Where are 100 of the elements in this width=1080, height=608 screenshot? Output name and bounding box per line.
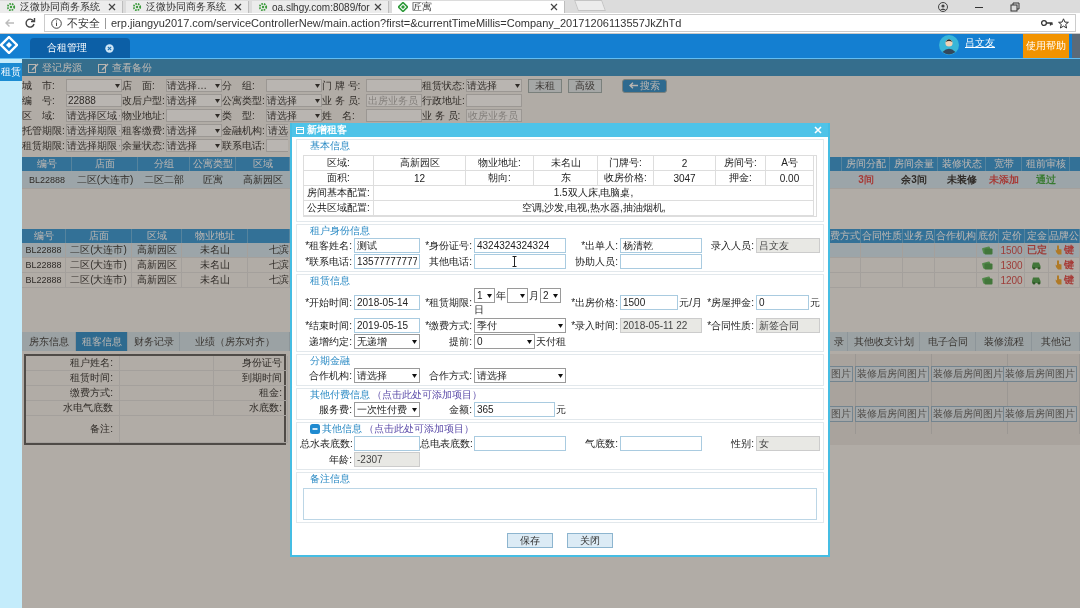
field-label: 押金: [716,171,766,186]
field-value: 未名山 [534,156,598,171]
field-label: *开始时间: [304,295,353,310]
field-label: 缴费方式: [26,386,120,401]
section-title: 其他信息 [322,422,362,436]
table-cell-text: 未添加 [988,172,1020,187]
field-label: 其他电话: [428,254,473,269]
url-text: erp.jiangyu2017.com/serviceControllerNew/main.action?first=&currentTimeMillis=Company_20171206113557JkZhTd [111,17,682,29]
field-label: 气底数: [584,436,619,451]
table-cell-text: 余3间 [900,172,928,187]
field-label: 合作方式: [428,368,473,383]
table-cell: 未名山 [182,243,248,257]
unit-label: 元 [810,295,820,310]
field-label: 物业地址: [122,108,166,123]
field-label: 总水表底数: [300,436,354,451]
field-label: 类 型: [222,108,256,123]
table-cell-text: 二区(大连市) [75,172,135,187]
table-cell: 二区(大连市) [66,273,132,287]
section-title: 备注信息 [310,472,350,486]
table-cell: 未名山 [182,273,248,287]
field-label: 公共区域配置: [304,201,374,216]
field-value: 0.00 [766,171,814,186]
unit-label: 元/月 [679,295,702,310]
table-cell: 高新园区 [132,243,182,257]
field-label: 租赁期限: [22,138,66,153]
field-label: 编 号: [22,93,56,108]
field-value: 3047 [654,171,716,186]
table-cell-text: 高新园区 [242,172,284,187]
field-label: 物业地址: [466,156,534,171]
field-label: 城 市: [22,78,56,93]
field-label: *房屋押金: [706,295,755,310]
unit-label: 元 [556,402,566,417]
field-label: 水底数: [214,401,288,416]
table-cell: 高新园区 [132,258,182,272]
field-label: 金融机构: [222,123,266,138]
field-label: 租赁时间: [26,371,120,386]
field-label: *录入时间: [570,318,619,333]
field-label: 协助人员: [574,254,619,269]
table-cell-text: BL22888 [27,173,66,187]
table-cell: 未名山 [182,258,248,272]
field-label: 身份证号 [214,356,288,371]
field-label: 区域: [304,156,374,171]
table-cell-text: 未装修 [946,172,978,187]
table-cell: BL22888 [22,243,66,257]
field-label: 金额: [448,402,473,417]
field-label: 总电表底数: [420,436,474,451]
field-label: 门牌号: [598,156,654,171]
field-label: 递增约定: [308,334,353,349]
table-cell: 二区(大连市) [66,243,132,257]
section-title: 基本信息 [310,139,350,153]
field-label: *合同性质: [706,318,755,333]
section-title: 其他付费信息 [310,388,370,402]
field-label: 服务费: [318,402,353,417]
field-label: 区 域: [22,108,56,123]
field-label: 水电气底数 [26,401,120,416]
brand-mark: 键 [1063,258,1074,272]
field-value: A号 [766,156,814,171]
field-label: 业 务 员: [422,108,462,123]
field-label: 租户姓名: [26,356,120,371]
field-label: 租金: [214,386,288,401]
table-cell: BL22888 [22,273,66,287]
field-label: *租赁期限: [424,295,473,310]
field-label: 房间基本配置: [304,186,374,201]
field-value: 高新园区 [374,156,466,171]
field-label: 门 牌 号: [322,78,362,93]
field-label: 性别: [730,436,755,451]
table-cell: 1200 [999,273,1025,287]
field-label: 店 面: [122,78,156,93]
field-label: 托管期限: [22,123,66,138]
dialog-title: 新增租客 [307,123,347,137]
field-label: 分 组: [222,78,256,93]
table-cell-text: 3间 [857,172,875,187]
field-label: 改后户型: [122,93,166,108]
field-label: 合作机构: [308,368,353,383]
field-label: *结束时间: [304,318,353,333]
section-title: 租赁信息 [310,274,350,288]
table-cell-text: 通过 [1035,172,1057,187]
field-label: 备注: [26,416,120,443]
field-label: 提前: [448,334,473,349]
unit-label: 日 [474,303,484,317]
field-label: 租赁状态: [422,78,466,93]
brand-mark: 键 [1063,273,1074,287]
field-label: 录入人员: [710,238,755,253]
table-cell-text: 匠寓 [202,172,224,187]
table-cell-text: 二区二部 [143,172,185,187]
field-label: 面积: [304,171,374,186]
field-label: 房间号: [716,156,766,171]
field-label: 余量状态: [122,138,166,153]
field-label: *身份证号: [424,238,473,253]
field-value: 2 [654,156,716,171]
field-label: 收房价格: [598,171,654,186]
section-title: 租户身份信息 [310,224,370,238]
table-cell: 1300 [999,258,1025,272]
section-title: 分期金融 [310,354,350,368]
field-label: 业 务 员: [322,93,362,108]
field-label: 公寓类型: [222,93,266,108]
unit-label: 年 [496,288,506,303]
field-value: 12 [374,171,466,186]
table-cell: 1500 [999,243,1025,257]
field-label: *联系电话: [304,254,353,269]
